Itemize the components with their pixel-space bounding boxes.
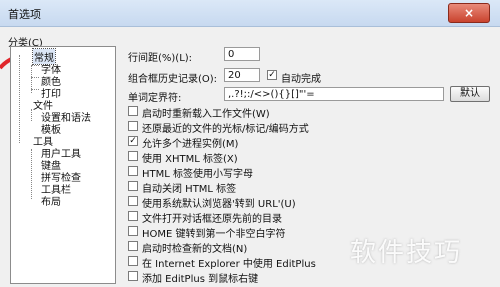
option-checkbox[interactable]	[128, 256, 138, 266]
watermark-text: 软件技巧	[350, 238, 463, 268]
option-checkbox[interactable]	[128, 166, 138, 176]
delimiters-label: 单词定界符:	[128, 93, 182, 104]
option-label[interactable]: 在 Internet Explorer 中使用 EditPlus	[142, 255, 316, 270]
option-checkbox[interactable]	[128, 106, 138, 116]
option-label[interactable]: HOME 键转到第一个非空白字符	[142, 225, 286, 240]
option-label[interactable]: 允许多个进程实例(M)	[142, 135, 238, 150]
option-checkbox[interactable]	[128, 181, 138, 191]
option-label[interactable]: 还原最近的文件的光标/标记/编码方式	[142, 120, 309, 135]
history-input[interactable]: 20	[224, 68, 260, 82]
default-button[interactable]: 默认	[450, 86, 490, 102]
option-label[interactable]: HTML 标签使用小写字母	[142, 165, 253, 180]
title-bar: 首选项 ×	[0, 0, 500, 27]
autocomplete-label: 自动完成	[281, 74, 321, 85]
option-checkbox[interactable]: ✓	[128, 136, 138, 146]
option-checkbox[interactable]	[128, 241, 138, 251]
line-spacing-input[interactable]: 0	[224, 47, 260, 61]
option-checkbox[interactable]	[128, 211, 138, 221]
window-title: 首选项	[8, 8, 41, 21]
delimiters-input[interactable]: ,.?!;:/<>(){}[]"'=	[224, 87, 444, 101]
option-checkbox[interactable]	[128, 121, 138, 131]
option-checkbox[interactable]	[128, 271, 138, 281]
option-label[interactable]: 自动关闭 HTML 标签	[142, 180, 236, 195]
option-checkbox[interactable]	[128, 196, 138, 206]
option-label[interactable]: 启动时重新载入工作文件(W)	[142, 105, 270, 120]
option-label[interactable]: 启动时检查新的文档(N)	[142, 240, 247, 255]
option-checkbox[interactable]	[128, 151, 138, 161]
close-button[interactable]: ×	[448, 3, 490, 23]
option-label[interactable]: 文件打开对话框还原先前的目录	[142, 210, 282, 225]
category-tree[interactable]: 常规 字体 颜色 打印 文件 设置和语法 模板 工具 用户工具 键盘 拼写检查 …	[10, 46, 116, 284]
option-label[interactable]: 使用 XHTML 标签(X)	[142, 150, 238, 165]
line-spacing-label: 行间距(%)(L):	[128, 53, 193, 64]
option-checkbox[interactable]	[128, 226, 138, 236]
history-label: 组合框历史记录(O):	[128, 74, 218, 85]
autocomplete-checkbox[interactable]: ✓	[267, 70, 277, 80]
tree-item-layout[interactable]: 布局	[41, 193, 61, 208]
option-label[interactable]: 添加 EditPlus 到鼠标右键	[142, 270, 258, 285]
option-label[interactable]: 使用系统默认浏览器'转到 URL'(U)	[142, 195, 296, 210]
